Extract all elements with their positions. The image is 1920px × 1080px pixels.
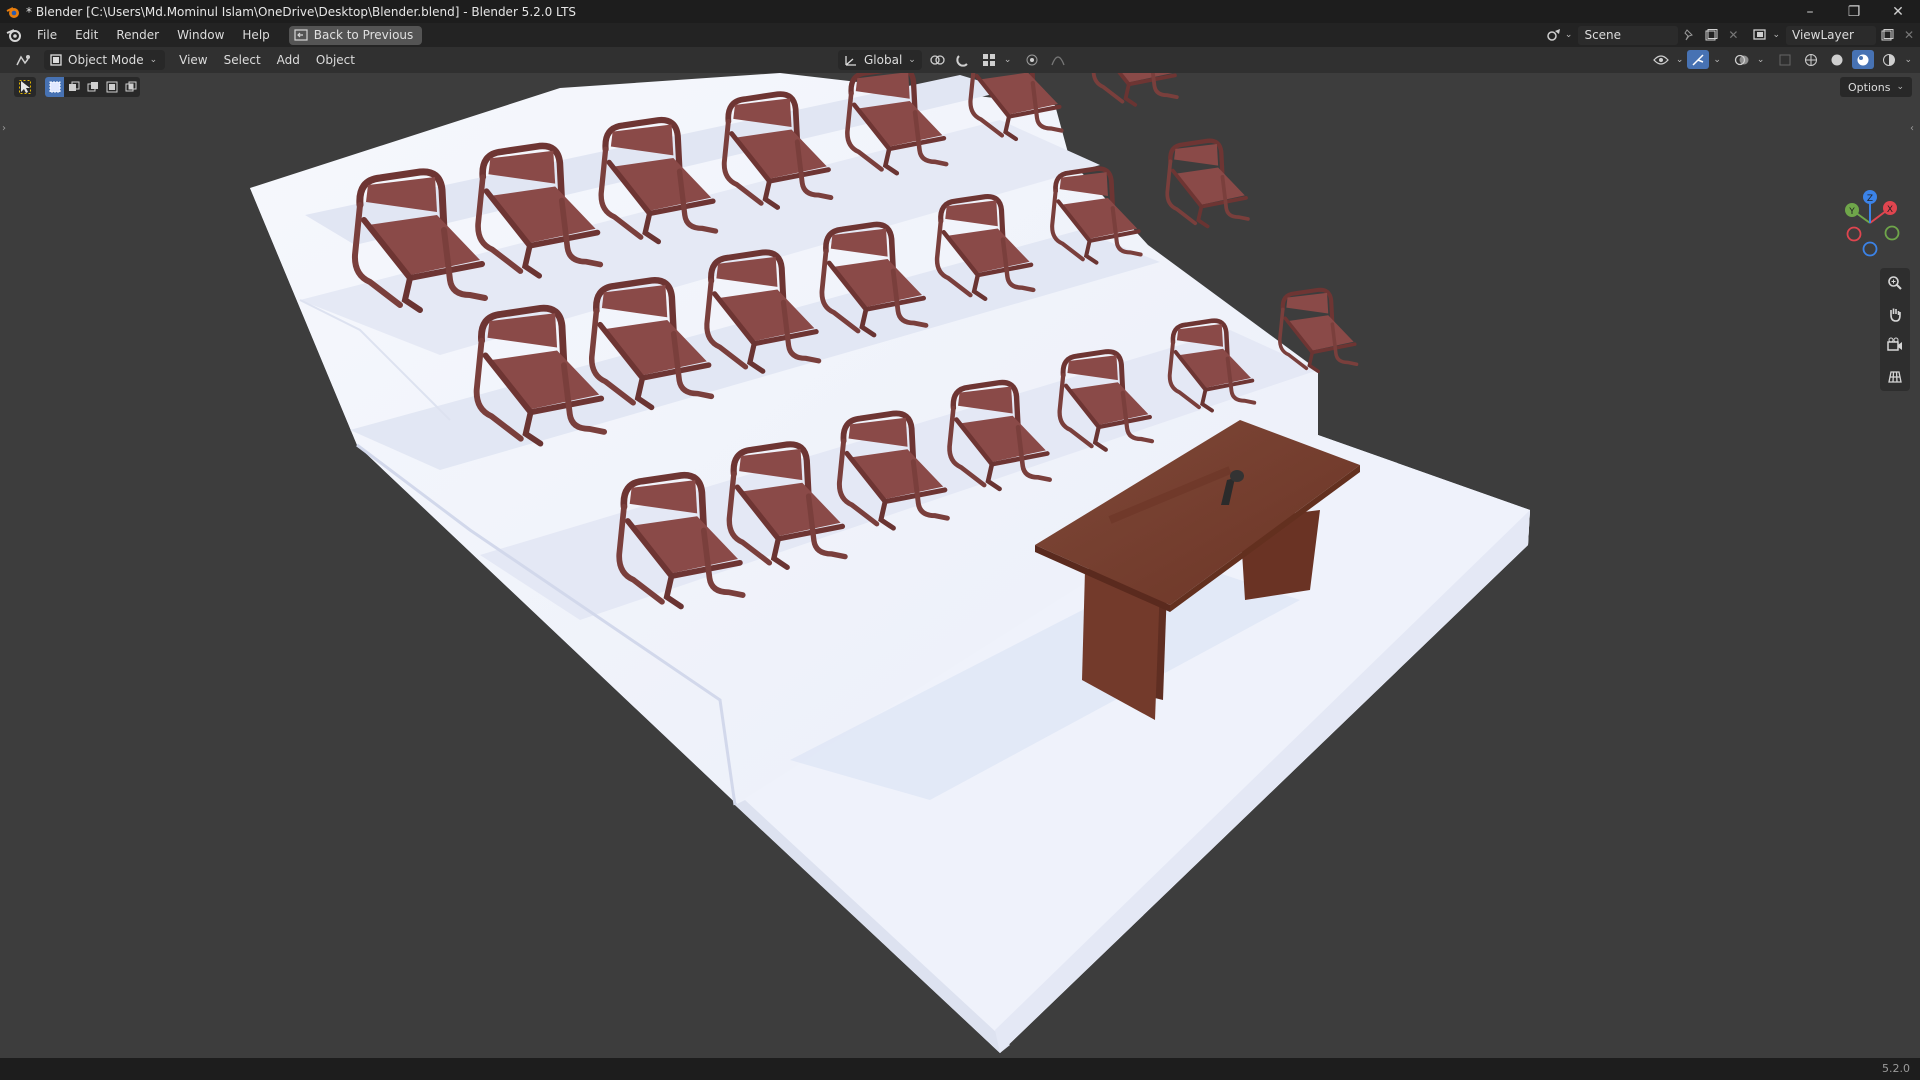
chair[interactable]: [1165, 138, 1250, 229]
transform-orientation-dropdown[interactable]: Global ⌄: [838, 50, 922, 70]
view-layer-field[interactable]: ViewLayer: [1786, 25, 1876, 45]
snap-dropdown-chevron-icon[interactable]: ⌄: [1004, 55, 1012, 65]
delete-scene-icon[interactable]: ✕: [1722, 26, 1744, 45]
scene-type-icon[interactable]: [1543, 26, 1565, 45]
hand-pan-icon[interactable]: [1884, 305, 1906, 324]
options-dropdown[interactable]: Options ⌄: [1840, 77, 1912, 97]
solid-shading-icon[interactable]: [1826, 50, 1848, 69]
3d-viewport[interactable]: X Y Z › ‹: [0, 73, 1920, 1058]
blender-menu-icon[interactable]: [0, 23, 28, 47]
gizmo-neg-y-icon[interactable]: [1884, 225, 1900, 241]
blender-window: * Blender [C:\Users\Md.Mominul Islam\One…: [0, 0, 1920, 1080]
shading-chevron-icon[interactable]: ⌄: [1904, 55, 1912, 65]
delete-view-layer-icon[interactable]: ✕: [1898, 26, 1920, 45]
viewport-menu-select[interactable]: Select: [216, 53, 269, 67]
chevron-down-icon: ⌄: [1896, 82, 1904, 92]
chevron-down-icon: ⌄: [149, 55, 158, 65]
visibility-eye-icon[interactable]: [1650, 50, 1672, 69]
menu-file[interactable]: File: [28, 23, 66, 47]
selection-set-new-icon[interactable]: [45, 77, 64, 97]
zoom-icon[interactable]: [1884, 274, 1906, 293]
rendered-shading-icon[interactable]: [1878, 50, 1900, 69]
title-bar: * Blender [C:\Users\Md.Mominul Islam\One…: [0, 0, 1920, 23]
toolbar-expand-arrow-icon[interactable]: ›: [2, 123, 6, 134]
wireframe-shading-icon[interactable]: [1800, 50, 1822, 69]
selection-intersect-icon[interactable]: [121, 77, 140, 97]
snap-grid-icon[interactable]: [978, 51, 1000, 70]
view-layer-name: ViewLayer: [1792, 28, 1854, 42]
overlays-icon[interactable]: [1731, 50, 1753, 69]
viewport-menu-add[interactable]: Add: [269, 53, 308, 67]
tool-settings-row: Options ⌄: [0, 73, 1920, 99]
viewport-header: Object Mode ⌄ View Select Add Object Glo…: [0, 47, 1920, 73]
scene-dropdown-chevron-icon[interactable]: ⌄: [1565, 30, 1573, 40]
new-view-layer-icon[interactable]: [1876, 26, 1898, 45]
snap-toggle-icon[interactable]: [952, 51, 974, 70]
selection-mode-group: [45, 77, 140, 97]
status-bar: 5.2.0: [0, 1058, 1920, 1080]
chevron-down-icon: ⌄: [908, 55, 916, 65]
object-mode-icon: [50, 54, 62, 66]
material-preview-shading-icon[interactable]: [1852, 50, 1875, 69]
selection-invert-icon[interactable]: [102, 77, 121, 97]
xray-toggle-icon[interactable]: [1774, 50, 1796, 69]
back-icon: [294, 29, 308, 41]
gizmo-y-label: Y: [1848, 207, 1855, 217]
pin-scene-icon[interactable]: [1678, 26, 1700, 45]
gizmo-x-label: X: [1887, 205, 1893, 215]
viewport-menu-view[interactable]: View: [171, 53, 215, 67]
view-layer-dropdown-chevron-icon[interactable]: ⌄: [1772, 30, 1780, 40]
editor-type-icon[interactable]: [10, 51, 38, 70]
visibility-chevron-icon[interactable]: ⌄: [1676, 55, 1684, 65]
navigation-gizmo[interactable]: X Y Z: [1830, 183, 1910, 263]
scene-name: Scene: [1584, 28, 1622, 42]
blender-logo-icon: [0, 0, 26, 23]
gizmo-z-label: Z: [1867, 194, 1873, 204]
close-button[interactable]: ✕: [1876, 0, 1920, 23]
menu-window[interactable]: Window: [168, 23, 233, 47]
top-menu-bar: File Edit Render Window Help Back to Pre…: [0, 23, 1920, 47]
overlays-chevron-icon[interactable]: ⌄: [1757, 55, 1765, 65]
orthographic-grid-icon[interactable]: [1884, 366, 1906, 385]
menu-help[interactable]: Help: [233, 23, 278, 47]
camera-view-icon[interactable]: [1884, 335, 1906, 354]
gizmo-chevron-icon[interactable]: ⌄: [1713, 55, 1721, 65]
back-to-previous-button[interactable]: Back to Previous: [288, 25, 423, 45]
menu-render[interactable]: Render: [107, 23, 168, 47]
back-to-previous-label: Back to Previous: [313, 28, 414, 42]
minimize-button[interactable]: –: [1788, 0, 1832, 23]
selection-extend-icon[interactable]: [64, 77, 83, 97]
window-title: * Blender [C:\Users\Md.Mominul Islam\One…: [26, 4, 577, 19]
restore-button[interactable]: ❐: [1832, 0, 1876, 23]
version-label: 5.2.0: [1882, 1062, 1910, 1075]
scene-name-field[interactable]: Scene: [1578, 25, 1679, 45]
orientation-axes-icon: [845, 56, 856, 66]
sidebar-expand-arrow-icon[interactable]: ‹: [1910, 123, 1914, 134]
select-tool-icon[interactable]: [14, 77, 36, 97]
show-gizmo-icon[interactable]: [1687, 50, 1710, 69]
gizmo-neg-z-icon[interactable]: [1862, 241, 1878, 257]
object-mode-dropdown[interactable]: Object Mode ⌄: [44, 50, 166, 70]
transform-orientation-label: Global: [864, 53, 903, 67]
falloff-curve-icon[interactable]: [1047, 51, 1069, 70]
view-layer-type-icon[interactable]: [1750, 26, 1772, 45]
selection-subtract-icon[interactable]: [83, 77, 102, 97]
viewport-menu-object[interactable]: Object: [308, 53, 363, 67]
scene-render: [250, 73, 1530, 1053]
proportional-editing-icon[interactable]: [1021, 51, 1043, 70]
menu-edit[interactable]: Edit: [66, 23, 107, 47]
pivot-point-icon[interactable]: [926, 51, 948, 70]
options-label: Options: [1848, 80, 1891, 94]
object-mode-label: Object Mode: [68, 53, 144, 67]
new-scene-icon[interactable]: [1700, 26, 1722, 45]
gizmo-neg-x-icon[interactable]: [1846, 226, 1862, 242]
viewport-navigation-bar: [1880, 268, 1910, 391]
